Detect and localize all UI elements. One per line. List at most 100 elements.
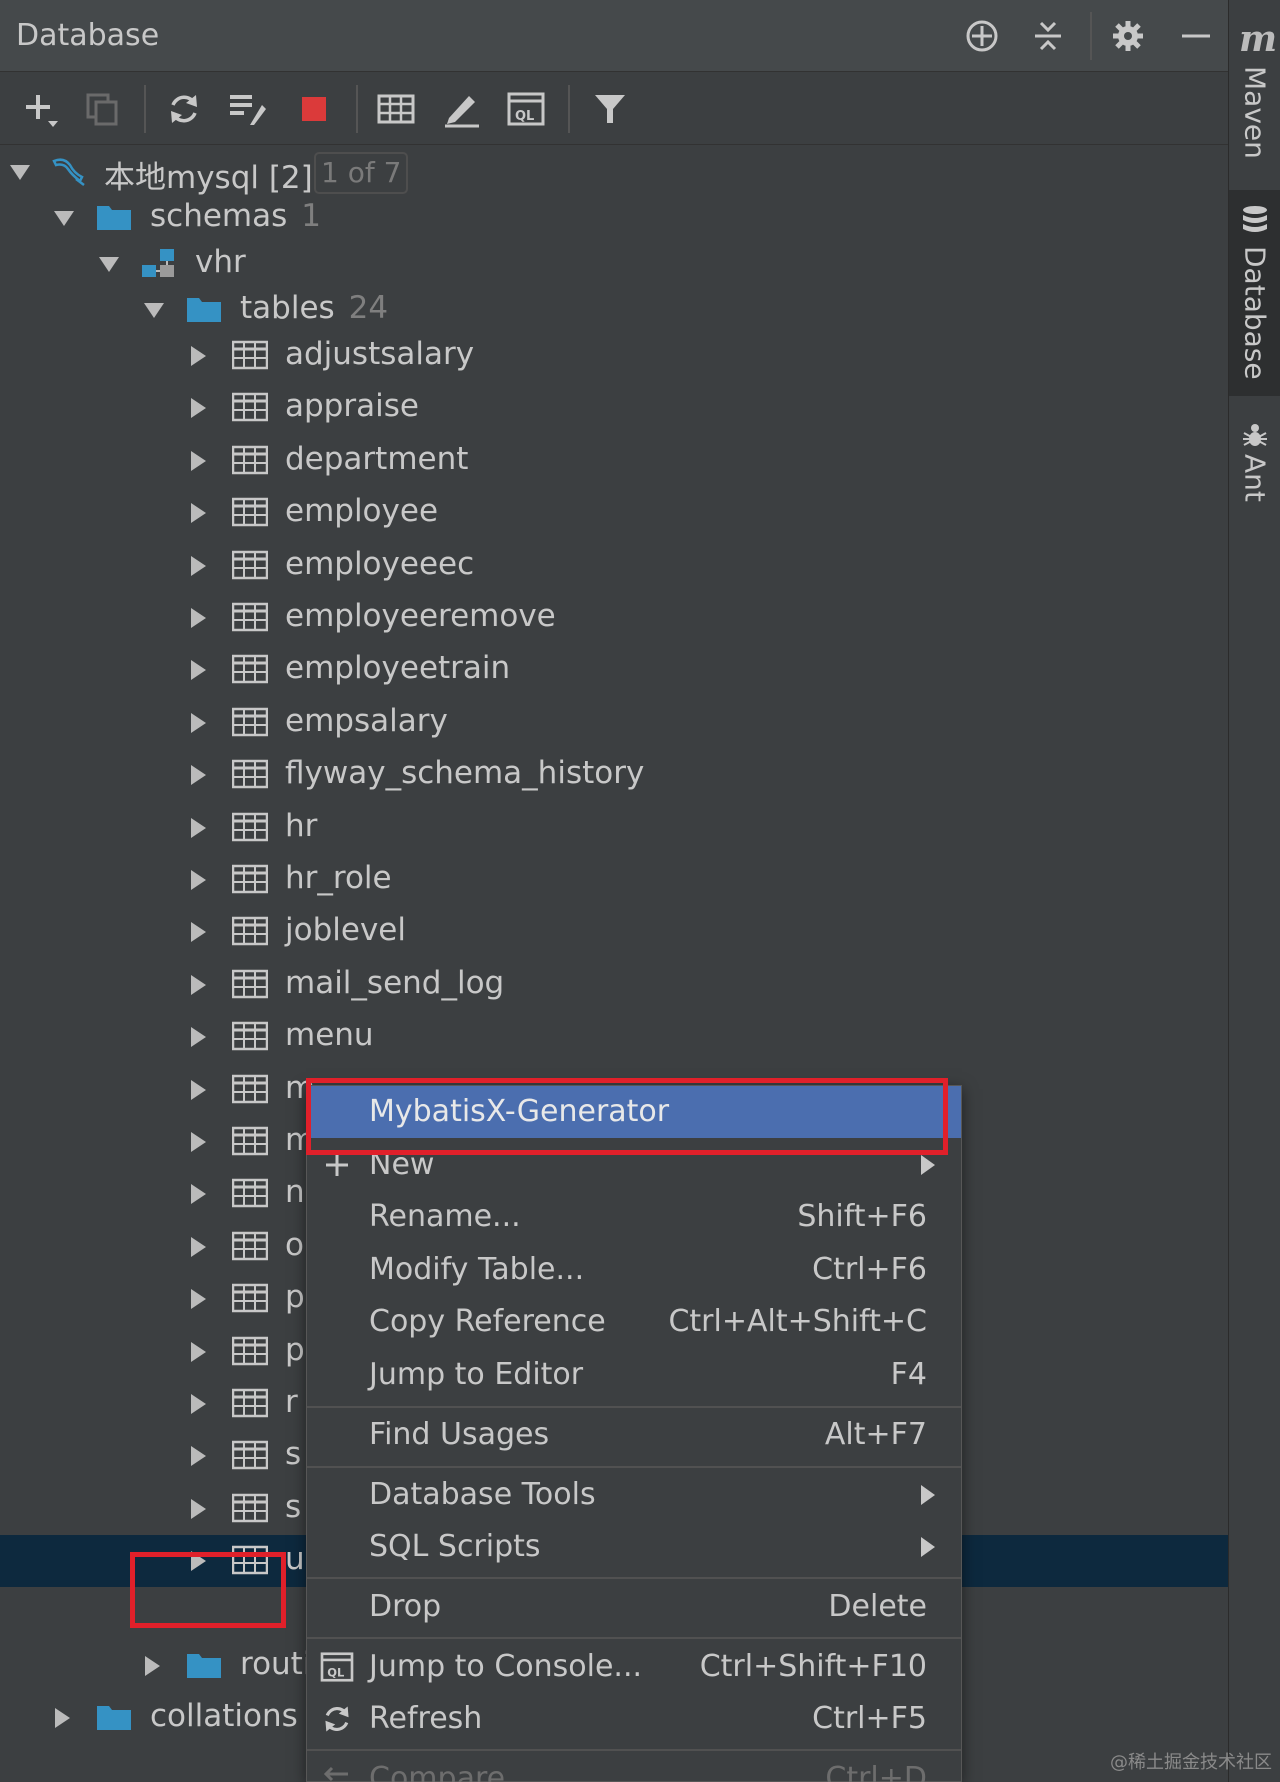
database-tab[interactable]: Database <box>1229 190 1280 396</box>
gear-icon[interactable] <box>1108 16 1148 56</box>
expand-arrow-icon[interactable] <box>8 160 32 184</box>
menu-item-sql-scripts[interactable]: SQL Scripts <box>307 1521 961 1573</box>
menu-item-find-usages[interactable]: Find Usages Alt+F7 <box>307 1409 961 1461</box>
collapse-all-icon[interactable] <box>1028 16 1068 56</box>
collapse-arrow-icon[interactable] <box>186 449 210 473</box>
tree-node-table[interactable]: flyway_schema_history <box>0 749 1228 801</box>
menu-item-rename[interactable]: Rename... Shift+F6 <box>307 1191 961 1243</box>
tree-node-table[interactable]: department <box>0 435 1228 487</box>
collapse-arrow-icon[interactable] <box>186 1340 210 1364</box>
collapse-arrow-icon[interactable] <box>186 501 210 525</box>
collapse-arrow-icon[interactable] <box>186 1287 210 1311</box>
add-icon[interactable] <box>18 87 62 131</box>
table-icon <box>232 1126 268 1156</box>
collapse-arrow-icon[interactable] <box>186 658 210 682</box>
collapse-arrow-icon[interactable] <box>50 1706 74 1730</box>
tree-node-table[interactable]: hr_role <box>0 854 1228 906</box>
menu-item-drop[interactable]: Drop Delete <box>307 1581 961 1633</box>
ant-icon <box>1243 424 1267 446</box>
folder-icon <box>97 1706 131 1730</box>
expand-arrow-icon[interactable] <box>97 252 121 276</box>
tree-node-table[interactable]: empsalary <box>0 697 1228 749</box>
console-icon[interactable]: QL <box>504 87 548 131</box>
collapse-arrow-icon[interactable] <box>186 554 210 578</box>
expand-arrow-icon[interactable] <box>52 206 76 230</box>
table-label: employeeec <box>285 545 475 582</box>
collapse-arrow-icon[interactable] <box>186 606 210 630</box>
stop-icon[interactable] <box>292 87 336 131</box>
menu-item-jump-to-editor[interactable]: Jump to Editor F4 <box>307 1349 961 1401</box>
collapse-arrow-icon[interactable] <box>186 1444 210 1468</box>
table-view-icon[interactable] <box>374 87 418 131</box>
collapse-arrow-icon[interactable] <box>186 396 210 420</box>
tree-node-table[interactable]: joblevel <box>0 906 1228 958</box>
tree-node-table[interactable]: employeeec <box>0 540 1228 592</box>
edit-icon[interactable] <box>440 87 484 131</box>
maven-tab[interactable]: Maven <box>1229 66 1280 166</box>
collapse-arrow-icon[interactable] <box>186 973 210 997</box>
tree-node-schema-vhr[interactable]: vhr <box>0 238 1228 290</box>
tree-node-table[interactable]: hr <box>0 802 1228 854</box>
tree-node-table[interactable]: employeetrain <box>0 644 1228 696</box>
collapse-arrow-icon[interactable] <box>186 1078 210 1102</box>
tool-window-title: Database <box>16 18 160 53</box>
collapse-arrow-icon[interactable] <box>186 1497 210 1521</box>
table-icon <box>232 497 268 527</box>
ant-tab[interactable]: Ant <box>1229 420 1280 520</box>
table-icon <box>232 1231 268 1261</box>
table-label: s <box>285 1488 302 1525</box>
menu-item-refresh[interactable]: Refresh Ctrl+F5 <box>307 1693 961 1745</box>
folder-icon <box>97 206 131 230</box>
refresh-icon[interactable] <box>162 87 206 131</box>
datasource-badge[interactable]: 1 of 7 <box>314 152 409 194</box>
table-label: p <box>285 1279 305 1316</box>
collapse-arrow-icon[interactable] <box>186 1392 210 1416</box>
duplicate-icon[interactable] <box>80 87 124 131</box>
expand-arrow-icon[interactable] <box>142 298 166 322</box>
collapse-arrow-icon[interactable] <box>186 868 210 892</box>
menu-item-database-tools[interactable]: Database Tools <box>307 1469 961 1521</box>
console-icon: QL <box>319 1650 355 1684</box>
table-icon <box>232 759 268 789</box>
tree-node-table[interactable]: mail_send_log <box>0 959 1228 1011</box>
collapse-arrow-icon[interactable] <box>186 1235 210 1259</box>
menu-item-modify-table[interactable]: Modify Table... Ctrl+F6 <box>307 1244 961 1296</box>
tree-node-table[interactable]: employeeremove <box>0 592 1228 644</box>
tree-node-table[interactable]: appraise <box>0 382 1228 434</box>
collapse-arrow-icon[interactable] <box>140 1654 164 1678</box>
collapse-arrow-icon[interactable] <box>186 711 210 735</box>
menu-item-compare[interactable]: Compare Ctrl+D <box>307 1753 961 1782</box>
collapse-arrow-icon[interactable] <box>186 920 210 944</box>
right-tool-strip: m Maven Database Ant <box>1228 0 1280 1782</box>
collapse-arrow-icon[interactable] <box>186 1130 210 1154</box>
collations-label: collations <box>150 1698 298 1734</box>
table-icon <box>232 864 268 894</box>
table-icon <box>232 602 268 632</box>
collapse-arrow-icon[interactable] <box>186 344 210 368</box>
table-label: u <box>285 1541 305 1578</box>
schema-tools-icon[interactable] <box>226 87 270 131</box>
filter-icon[interactable] <box>588 87 632 131</box>
table-label: employeetrain <box>285 650 511 687</box>
tree-node-table[interactable]: employee <box>0 487 1228 539</box>
tree-node-tables[interactable]: tables 24 <box>0 284 1228 336</box>
datasource-label: 本地mysql [2] <box>104 160 313 196</box>
menu-item-jump-to-console[interactable]: QL Jump to Console... Ctrl+Shift+F10 <box>307 1641 961 1693</box>
table-icon <box>232 1021 268 1051</box>
table-label: n <box>285 1174 305 1211</box>
menu-item-copy-reference[interactable]: Copy Reference Ctrl+Alt+Shift+C <box>307 1296 961 1348</box>
tree-node-datasource[interactable]: 本地mysql [2] 1 of 7 <box>0 146 1228 198</box>
tree-node-schemas[interactable]: schemas 1 <box>0 192 1228 244</box>
schemas-label: schemas 1 <box>150 198 321 234</box>
locate-icon[interactable] <box>962 16 1002 56</box>
tree-node-table[interactable]: menu <box>0 1011 1228 1063</box>
table-label: appraise <box>285 388 419 425</box>
collapse-arrow-icon[interactable] <box>186 1025 210 1049</box>
tree-node-table[interactable]: adjustsalary <box>0 330 1228 382</box>
minimize-icon[interactable] <box>1176 16 1216 56</box>
collapse-arrow-icon[interactable] <box>186 1182 210 1206</box>
collapse-arrow-icon[interactable] <box>186 763 210 787</box>
mysql-icon <box>52 158 85 186</box>
collapse-arrow-icon[interactable] <box>186 816 210 840</box>
submenu-arrow-icon <box>921 1537 935 1557</box>
